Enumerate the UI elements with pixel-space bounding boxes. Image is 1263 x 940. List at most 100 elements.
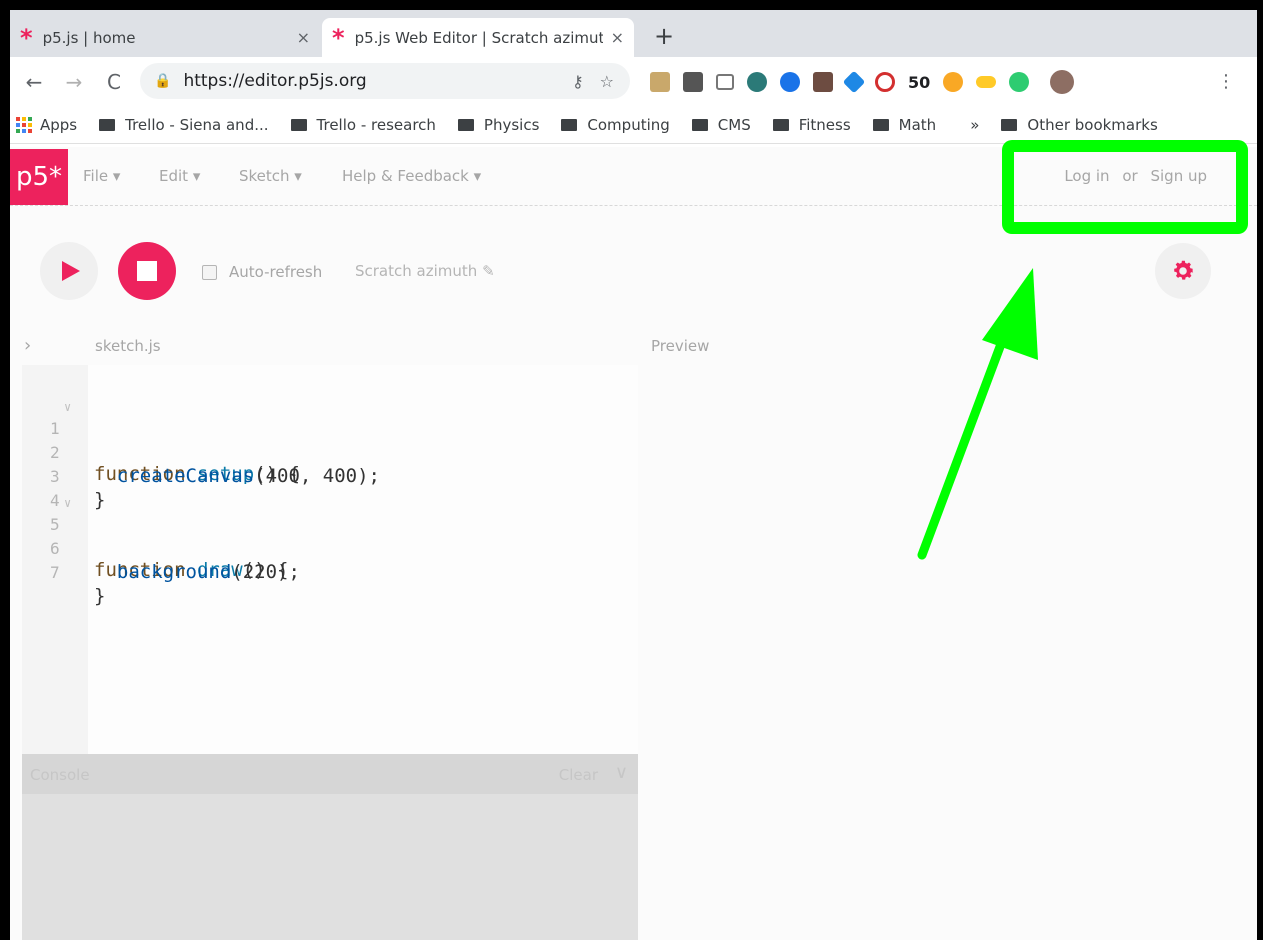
code-call: background [116, 561, 232, 583]
bookmark-label: CMS [717, 116, 751, 134]
code-text: (400, 400); [254, 465, 381, 487]
bookmark-label: Apps [40, 116, 78, 134]
console-clear-button[interactable]: Clear [559, 766, 598, 784]
sketch-name[interactable]: Scratch azimuth ✎ [355, 262, 495, 280]
key-icon[interactable]: ⚷ [572, 72, 584, 91]
chevron-down-icon[interactable]: ∨ [615, 762, 628, 783]
bookmark-math[interactable]: Math [872, 116, 937, 134]
browser-toolbar: ← → C 🔒 https://editor.p5js.org ⚷ ☆ 50 ⋮ [10, 57, 1257, 107]
code-line: 3 } [22, 445, 114, 511]
fold-icon[interactable]: ∨ [64, 400, 71, 414]
gear-icon [1174, 260, 1194, 280]
extension-icon[interactable] [842, 70, 866, 94]
folder-icon [872, 119, 889, 131]
new-tab-button[interactable]: + [654, 22, 674, 50]
code-text: (220); [231, 561, 300, 583]
play-button[interactable] [40, 242, 98, 300]
p5-asterisk-icon: * [332, 23, 345, 52]
star-icon[interactable]: ☆ [600, 72, 614, 91]
bookmark-label: Math [898, 116, 937, 134]
profile-avatar[interactable] [1050, 70, 1075, 94]
code-line: 4 [22, 469, 114, 510]
preview-label: Preview [651, 337, 710, 355]
code-call: createCanvas [116, 465, 255, 487]
chevron-double-right-icon: » [970, 116, 980, 134]
bookmark-label: Other bookmarks [1027, 116, 1158, 134]
tab-p5js-home[interactable]: * p5.js | home × [10, 18, 320, 57]
bookmark-trello-research[interactable]: Trello - research [290, 116, 436, 134]
bookmark-apps[interactable]: Apps [10, 116, 77, 134]
extension-icon[interactable] [747, 72, 767, 92]
bookmark-label: Fitness [798, 116, 851, 134]
browser-menu-icon[interactable]: ⋮ [1217, 71, 1235, 92]
bookmark-computing[interactable]: Computing [561, 116, 670, 134]
address-bar[interactable]: 🔒 https://editor.p5js.org ⚷ ☆ [140, 63, 630, 99]
folder-icon [772, 119, 789, 131]
close-tab-icon[interactable]: × [297, 28, 310, 47]
close-tab-icon[interactable]: × [611, 28, 624, 47]
p5-asterisk-icon: * [20, 23, 33, 52]
bookmarks-overflow[interactable]: » [970, 116, 979, 134]
folder-icon [457, 119, 474, 131]
p5-logo[interactable]: p5* [10, 149, 68, 205]
play-icon [62, 261, 80, 281]
tab-title: p5.js Web Editor | Scratch azimuth [354, 28, 603, 47]
file-tab-sketch-js[interactable]: sketch.js [95, 337, 161, 355]
code-line: 6 background(220); [22, 517, 300, 583]
forward-icon[interactable]: → [58, 70, 90, 94]
auto-refresh-checkbox[interactable] [202, 264, 217, 280]
extension-badge[interactable]: 50 [908, 73, 930, 92]
annotation-arrow [917, 268, 1038, 560]
browser-window: * p5.js | home × * p5.js Web Editor | Sc… [10, 10, 1257, 940]
console-title: Console [30, 766, 90, 784]
bookmark-label: Computing [587, 116, 670, 134]
apps-grid-icon [16, 117, 32, 133]
code-line: 1 ∨ function setup() { [22, 397, 300, 485]
pencil-icon[interactable]: ✎ [482, 262, 495, 280]
extension-icon[interactable] [976, 76, 997, 88]
back-icon[interactable]: ← [18, 70, 50, 94]
extension-icon[interactable] [650, 72, 670, 92]
line-number: 7 [50, 563, 60, 582]
bookmark-other[interactable]: Other bookmarks [1001, 116, 1158, 134]
bookmark-trello-siena[interactable]: Trello - Siena and... [99, 116, 269, 134]
tab-p5js-editor[interactable]: * p5.js Web Editor | Scratch azimuth × [322, 18, 634, 57]
extension-icon[interactable] [943, 72, 964, 92]
block-icon[interactable] [875, 72, 895, 92]
reload-icon[interactable]: C [98, 70, 130, 94]
chevron-right-icon[interactable]: › [24, 335, 31, 356]
bookmark-physics[interactable]: Physics [457, 116, 540, 134]
folder-icon [1001, 119, 1018, 131]
menu-edit[interactable]: Edit ▾ [159, 167, 200, 185]
tab-strip: * p5.js | home × * p5.js Web Editor | Sc… [10, 10, 1257, 57]
settings-button[interactable] [1155, 243, 1211, 299]
folder-icon [561, 119, 578, 131]
extension-icon[interactable] [1009, 72, 1030, 92]
folder-icon [691, 119, 708, 131]
annotation-highlight-box [1002, 140, 1248, 234]
extension-icon[interactable] [683, 72, 703, 92]
extension-icon[interactable] [716, 74, 734, 90]
console-panel: Console Clear ∨ [22, 754, 638, 940]
extension-icon[interactable] [813, 72, 833, 92]
code-text: } [94, 585, 106, 607]
url-text: https://editor.p5js.org [183, 71, 367, 91]
code-line: 5 ∨ function draw() { [22, 493, 289, 581]
bookmark-cms[interactable]: CMS [691, 116, 751, 134]
stop-icon [137, 261, 157, 281]
stop-button[interactable] [118, 242, 176, 300]
code-editor[interactable]: 1 ∨ function setup() { 2 createCanvas(40… [22, 365, 638, 755]
lock-icon: 🔒 [154, 73, 172, 89]
bookmarks-bar: Apps Trello - Siena and... Trello - rese… [10, 107, 1257, 144]
console-header: Console Clear ∨ [22, 754, 638, 794]
auto-refresh-toggle[interactable]: Auto-refresh [202, 263, 322, 281]
extension-icon[interactable] [780, 72, 800, 92]
menu-sketch[interactable]: Sketch ▾ [239, 167, 302, 185]
menu-help-feedback[interactable]: Help & Feedback ▾ [342, 167, 481, 185]
bookmark-fitness[interactable]: Fitness [772, 116, 851, 134]
menu-file[interactable]: File ▾ [83, 167, 120, 185]
bookmark-label: Physics [483, 116, 540, 134]
sketch-name-text: Scratch azimuth [355, 262, 478, 280]
bookmark-label: Trello - Siena and... [125, 116, 269, 134]
fold-icon[interactable]: ∨ [64, 496, 71, 510]
